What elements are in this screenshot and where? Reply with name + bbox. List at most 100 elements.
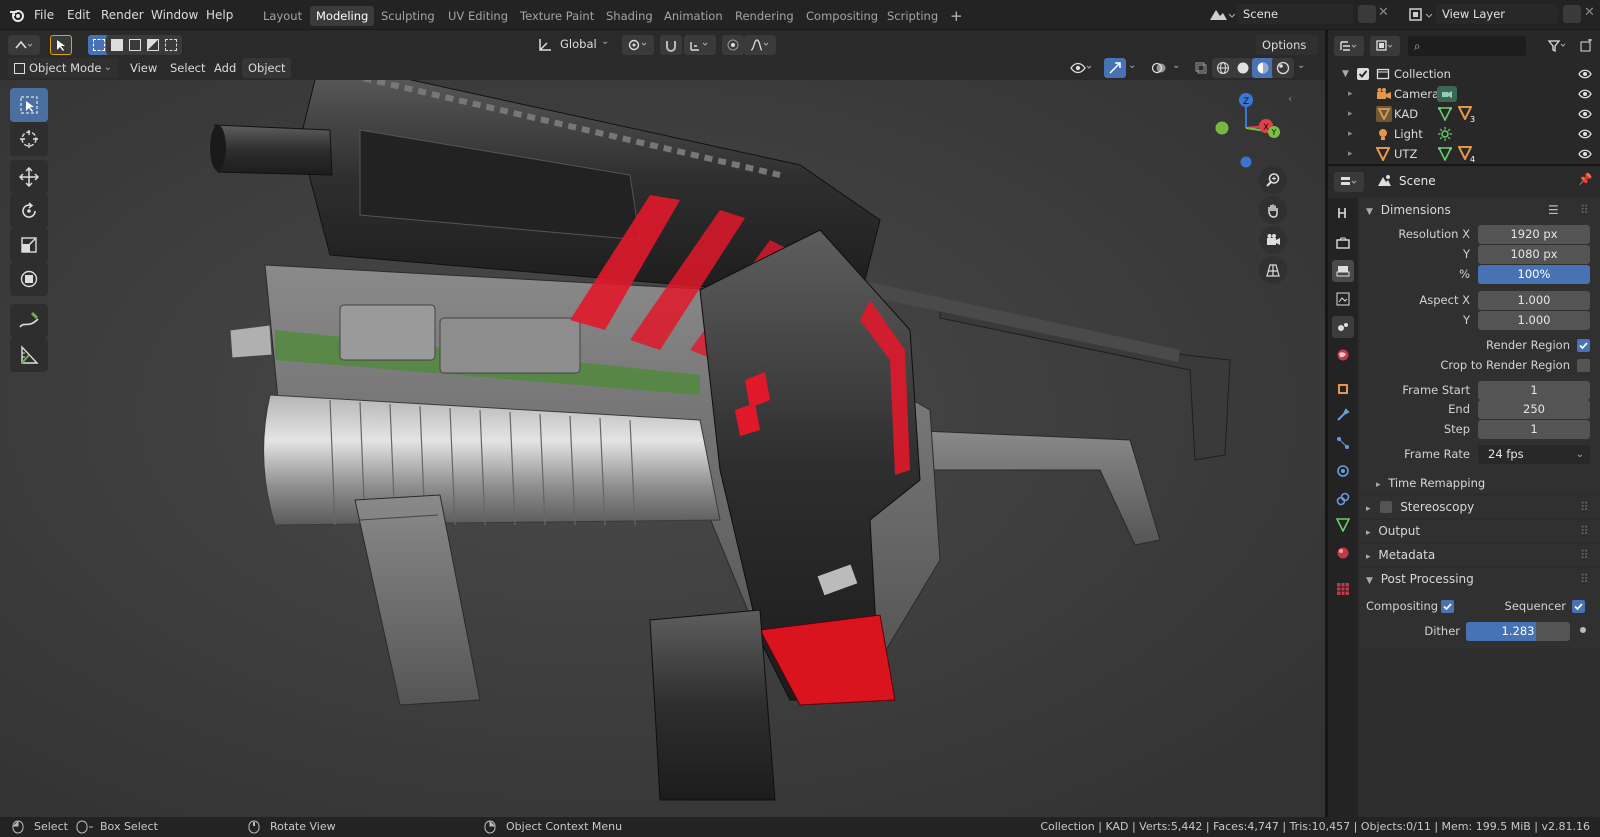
expand-arrow-icon[interactable]: ▼ (1342, 64, 1349, 84)
shading-wireframe-icon[interactable] (1212, 58, 1234, 78)
tab-constraints-icon[interactable] (1332, 488, 1354, 510)
metadata-panel-header[interactable]: ▸ Metadata ⠿ (1360, 544, 1600, 566)
transform-tool[interactable] (10, 262, 48, 296)
crop-region-checkbox[interactable] (1577, 359, 1590, 372)
light-data-icon[interactable] (1438, 127, 1452, 141)
editor-type-icon[interactable] (8, 35, 40, 55)
menu-help[interactable]: Help (206, 6, 233, 24)
shading-material-icon[interactable] (1252, 58, 1274, 78)
tab-output-icon[interactable] (1332, 260, 1354, 282)
tweak-select-tool[interactable] (10, 88, 48, 122)
tab-view-layer-icon[interactable] (1332, 288, 1354, 310)
menu-render[interactable]: Render (101, 6, 144, 24)
tab-world-icon[interactable] (1332, 344, 1354, 366)
menu-edit[interactable]: Edit (67, 6, 90, 24)
scale-tool[interactable] (10, 228, 48, 262)
drag-handle-icon[interactable]: ⠿ (1580, 496, 1589, 518)
perspective-toggle-icon[interactable] (1259, 256, 1287, 284)
tab-render-icon[interactable] (1332, 232, 1354, 254)
tab-particles-icon[interactable] (1332, 432, 1354, 454)
modifier-icon[interactable] (1438, 147, 1452, 161)
tab-sculpting[interactable]: Sculpting (375, 6, 441, 26)
frame-start-field[interactable]: 1 (1478, 381, 1590, 400)
compositing-checkbox[interactable] (1441, 600, 1454, 613)
new-collection-icon[interactable] (1576, 36, 1596, 56)
drag-handle-icon[interactable]: ⠿ (1580, 544, 1589, 566)
eye-icon[interactable] (1578, 144, 1592, 164)
tab-tool-icon[interactable] (1332, 202, 1354, 224)
expand-arrow-icon[interactable]: ▸ (1348, 104, 1353, 124)
display-mode-icon[interactable] (1370, 36, 1400, 56)
post-processing-panel-header[interactable]: ▼ Post Processing ⠿ (1360, 568, 1600, 590)
menu-window[interactable]: Window (151, 6, 198, 24)
object-menu[interactable]: Object (242, 58, 292, 78)
snap-element-icon[interactable] (684, 35, 716, 55)
render-region-checkbox[interactable] (1577, 339, 1590, 352)
object-mode-dropdown[interactable]: Object Mode ⌄ (8, 58, 118, 78)
frame-rate-dropdown[interactable]: 24 fps ⌄ (1478, 445, 1590, 464)
measure-tool[interactable] (10, 338, 48, 372)
view-layer-field[interactable]: View Layer (1436, 4, 1558, 24)
tab-modifier-icon[interactable] (1332, 404, 1354, 426)
pivot-point-icon[interactable] (622, 35, 654, 55)
add-workspace-icon[interactable]: + (944, 6, 969, 26)
frame-step-field[interactable]: 1 (1478, 420, 1590, 439)
modifier-icon[interactable] (1438, 107, 1452, 121)
proportional-edit-icon[interactable] (722, 35, 744, 55)
new-view-layer-icon[interactable] (1563, 5, 1581, 23)
outliner-editor-type-icon[interactable] (1334, 36, 1364, 56)
scene-icon[interactable] (1207, 6, 1235, 24)
outliner-row-utz[interactable]: ▸ UTZ 4 (1328, 144, 1600, 164)
select-mode-intersect-icon[interactable] (160, 35, 182, 55)
shading-rendered-icon[interactable] (1272, 58, 1294, 78)
blender-logo-icon[interactable] (8, 6, 26, 24)
eye-icon[interactable] (1578, 64, 1592, 84)
3d-viewport[interactable]: Z X Y ‹ (0, 80, 1325, 817)
view-layer-icon[interactable] (1408, 6, 1434, 24)
xray-toggle-icon[interactable] (1190, 58, 1212, 78)
pin-icon[interactable]: 📌 (1578, 172, 1592, 186)
aspect-x-field[interactable]: 1.000 (1478, 291, 1590, 310)
view-menu[interactable]: View (124, 58, 163, 78)
delete-scene-icon[interactable]: ✕ (1378, 5, 1389, 20)
tab-animation[interactable]: Animation (658, 6, 729, 26)
drag-handle-icon[interactable]: ⠿ (1580, 520, 1589, 542)
eye-icon[interactable] (1578, 104, 1592, 124)
expand-arrow-icon[interactable]: ▸ (1348, 144, 1353, 164)
annotate-tool[interactable] (10, 304, 48, 338)
new-scene-icon[interactable] (1358, 5, 1376, 23)
eye-icon[interactable] (1578, 124, 1592, 144)
tab-physics-icon[interactable] (1332, 460, 1354, 482)
rotate-tool[interactable] (10, 194, 48, 228)
transform-orientation-dropdown[interactable]: Global (560, 37, 597, 51)
pan-view-icon[interactable] (1259, 196, 1287, 224)
add-menu[interactable]: Add (208, 58, 242, 78)
expand-arrow-icon[interactable]: ▸ (1348, 84, 1353, 104)
expand-arrow-icon[interactable]: ▸ (1348, 124, 1353, 144)
gizmo-toggle-icon[interactable] (1104, 58, 1126, 78)
tab-texture-paint[interactable]: Texture Paint (514, 6, 600, 26)
shading-solid-icon[interactable] (1232, 58, 1254, 78)
scene-name-field[interactable]: Scene (1237, 4, 1353, 24)
dimensions-panel-header[interactable]: ▼ Dimensions ☰ ⠿ (1360, 199, 1600, 221)
resolution-x-field[interactable]: 1920 px (1478, 225, 1590, 244)
options-dropdown[interactable]: Options ⌄ (1256, 35, 1318, 72)
proportional-falloff-icon[interactable] (744, 35, 776, 55)
tab-data-icon[interactable] (1332, 514, 1354, 536)
delete-view-layer-icon[interactable]: ✕ (1584, 5, 1595, 20)
time-remapping-subpanel[interactable]: ▸ Time Remapping (1370, 472, 1595, 494)
outliner-row-collection[interactable]: ▼ Collection (1328, 64, 1600, 84)
aspect-y-field[interactable]: 1.000 (1478, 311, 1590, 330)
menu-file[interactable]: File (34, 6, 54, 24)
select-menu[interactable]: Select (164, 58, 211, 78)
zoom-view-icon[interactable] (1259, 166, 1287, 194)
overlays-icon[interactable] (1148, 58, 1170, 78)
cursor-tool[interactable] (10, 122, 48, 156)
output-panel-header[interactable]: ▸ Output ⠿ (1360, 520, 1600, 542)
drag-handle-icon[interactable]: ⠿ (1580, 568, 1589, 590)
properties-editor-type-icon[interactable] (1334, 172, 1364, 192)
frame-end-field[interactable]: 250 (1478, 400, 1590, 419)
camera-data-icon[interactable] (1437, 86, 1457, 102)
outliner-row-camera[interactable]: ▸ Camera (1328, 84, 1600, 104)
visibility-toggle-icon[interactable] (1065, 58, 1099, 78)
